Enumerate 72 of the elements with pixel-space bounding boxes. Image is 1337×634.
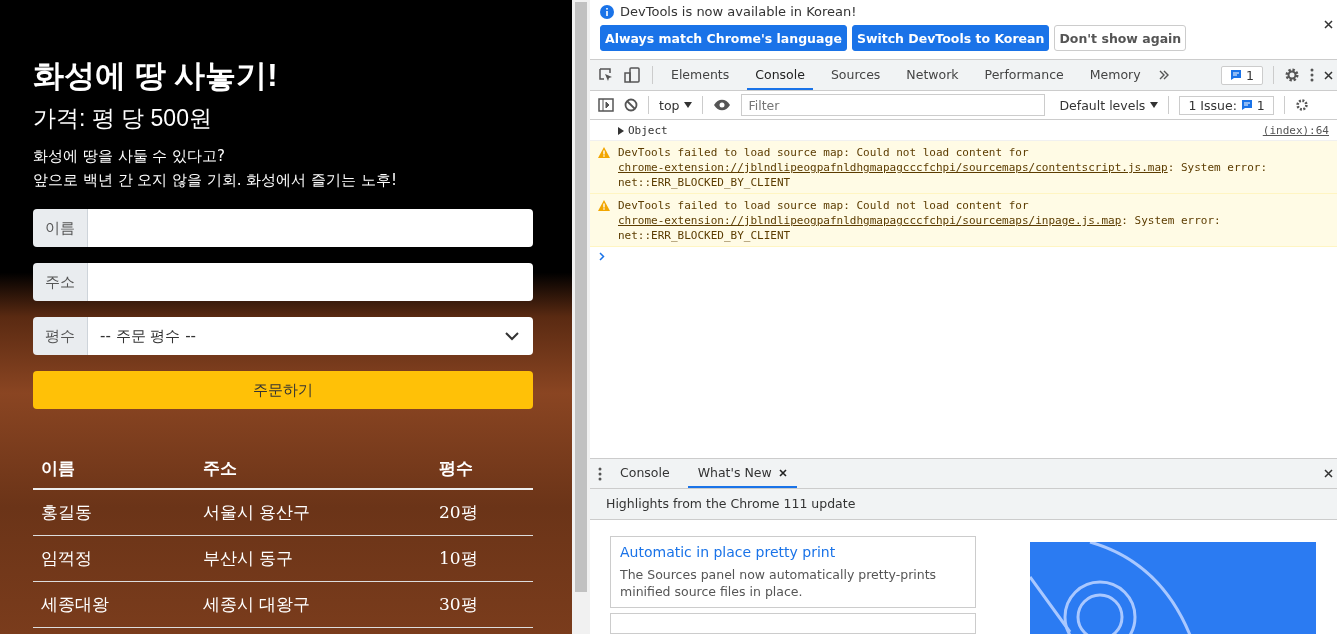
table-cell: 홍길동 xyxy=(33,489,195,536)
table-cell: 서울시 용산구 xyxy=(195,489,431,536)
warning-icon xyxy=(598,147,610,158)
extension-link[interactable]: chrome-extension://jblndlipeogpafnldhgmapagcccfchpi/sourcemaps/contentscript.js.map xyxy=(618,161,1168,174)
price-text: 가격: 평 당 500원 xyxy=(33,104,213,133)
banner-button[interactable]: Don't show again xyxy=(1054,25,1187,51)
order-button[interactable]: 주문하기 xyxy=(33,371,533,409)
scrollbar-thumb[interactable] xyxy=(575,2,587,592)
info-icon xyxy=(600,4,614,19)
sidebar-toggle-icon[interactable] xyxy=(598,98,614,112)
close-tab-icon[interactable] xyxy=(778,469,787,477)
banner-button[interactable]: Switch DevTools to Korean xyxy=(851,25,1050,51)
intro-text: 화성에 땅을 사둘 수 있다고? xyxy=(33,146,227,167)
prompt-chevron-icon[interactable] xyxy=(599,252,605,261)
select-field[interactable]: -- 주문 평수 -- xyxy=(88,317,533,355)
log-levels-dropdown[interactable]: Default levels xyxy=(1059,97,1159,113)
console-object[interactable]: Object xyxy=(628,124,668,137)
close-icon[interactable] xyxy=(1324,70,1333,80)
banner-button[interactable]: Always match Chrome's language xyxy=(600,25,847,51)
table-cell: 10평 xyxy=(431,535,533,582)
table-cell: 30평 xyxy=(431,581,533,628)
close-icon[interactable] xyxy=(1324,20,1333,29)
clear-console-icon[interactable] xyxy=(624,98,638,112)
input-field[interactable] xyxy=(88,263,533,301)
column-header: 이름 xyxy=(33,449,195,489)
devtools-tab[interactable]: Sources xyxy=(822,60,889,90)
context-dropdown[interactable]: top xyxy=(659,97,693,113)
kebab-menu-icon[interactable] xyxy=(1310,68,1314,82)
expand-triangle-icon[interactable] xyxy=(618,127,624,135)
card-title[interactable]: Automatic in place pretty print xyxy=(620,544,966,560)
feature-card[interactable]: Automatic in place pretty print The Sources panel now automatically pretty-prints minified source files in place. xyxy=(610,536,976,608)
table-cell: 세종시 대왕구 xyxy=(195,581,431,628)
devtools-tab[interactable]: Memory xyxy=(1081,60,1149,90)
messages-badge[interactable]: 1 xyxy=(1221,65,1263,85)
banner-message: DevTools is now available in Korean! xyxy=(620,4,857,19)
extension-link[interactable]: chrome-extension://jblndlipeogpafnldhgmapagcccfchpi/sourcemaps/inpage.js.map xyxy=(618,214,1122,227)
close-icon[interactable] xyxy=(1324,469,1333,478)
intro-text: 앞으로 백년 간 오지 않을 기회. 화성에서 즐기는 노후! xyxy=(33,170,398,191)
caret-icon xyxy=(684,102,693,108)
eye-icon[interactable] xyxy=(713,99,732,111)
devtools-tab[interactable]: Performance xyxy=(976,60,1072,90)
column-header: 주소 xyxy=(195,449,431,489)
message-icon xyxy=(1240,99,1253,111)
double-chevron-icon[interactable] xyxy=(1158,70,1169,80)
table-cell: 세종대왕 xyxy=(33,581,195,628)
devtools-tab[interactable]: Elements xyxy=(663,60,738,90)
table-cell: 임꺽정 xyxy=(33,535,195,582)
table-cell: 20평 xyxy=(431,489,533,536)
inspect-icon[interactable] xyxy=(598,67,614,83)
warning-icon xyxy=(598,200,610,211)
device-icon[interactable] xyxy=(624,67,642,83)
issues-button[interactable]: 1 Issue: 1 xyxy=(1179,95,1274,115)
filter-field[interactable]: Filter xyxy=(741,94,1046,116)
field-label: 주소 xyxy=(33,263,88,301)
chevron-down-icon xyxy=(505,331,519,341)
source-link[interactable]: (index):64 xyxy=(1262,124,1329,137)
caret-icon xyxy=(1150,102,1159,108)
field-label: 이름 xyxy=(33,209,88,247)
drawer-tab[interactable]: Console xyxy=(610,459,680,488)
page-title: 화성에 땅 사놓기! xyxy=(33,57,279,95)
field-label: 평수 xyxy=(33,317,88,355)
card-text: The Sources panel now automatically pretty-prints minified source files in place. xyxy=(620,566,938,600)
kebab-menu-icon[interactable] xyxy=(598,466,602,481)
warning-text: DevTools failed to load source map: Could not load content for chrome-extension://jblndlipeogpafnldhgmapagcccfchpi/sourcemaps/inpage.js.map: System error: net::ERR_BLOCKED_BY_CLIENT xyxy=(618,198,1222,243)
scrollbar[interactable] xyxy=(572,0,590,634)
drawer-header: Highlights from the Chrome 111 update xyxy=(590,489,1337,520)
devtools-tab[interactable]: Network xyxy=(898,60,967,90)
column-header: 평수 xyxy=(431,449,533,489)
warning-text: DevTools failed to load source map: Could not load content for chrome-extension://jblndlipeogpafnldhgmapagcccfchpi/sourcemaps/contentscript.js.map: System error: net::ERR_BLOCKED_BY_CLIENT xyxy=(618,145,1269,190)
message-icon xyxy=(1230,69,1243,81)
table-cell: 부산시 동구 xyxy=(195,535,431,582)
input-field[interactable] xyxy=(88,209,533,247)
